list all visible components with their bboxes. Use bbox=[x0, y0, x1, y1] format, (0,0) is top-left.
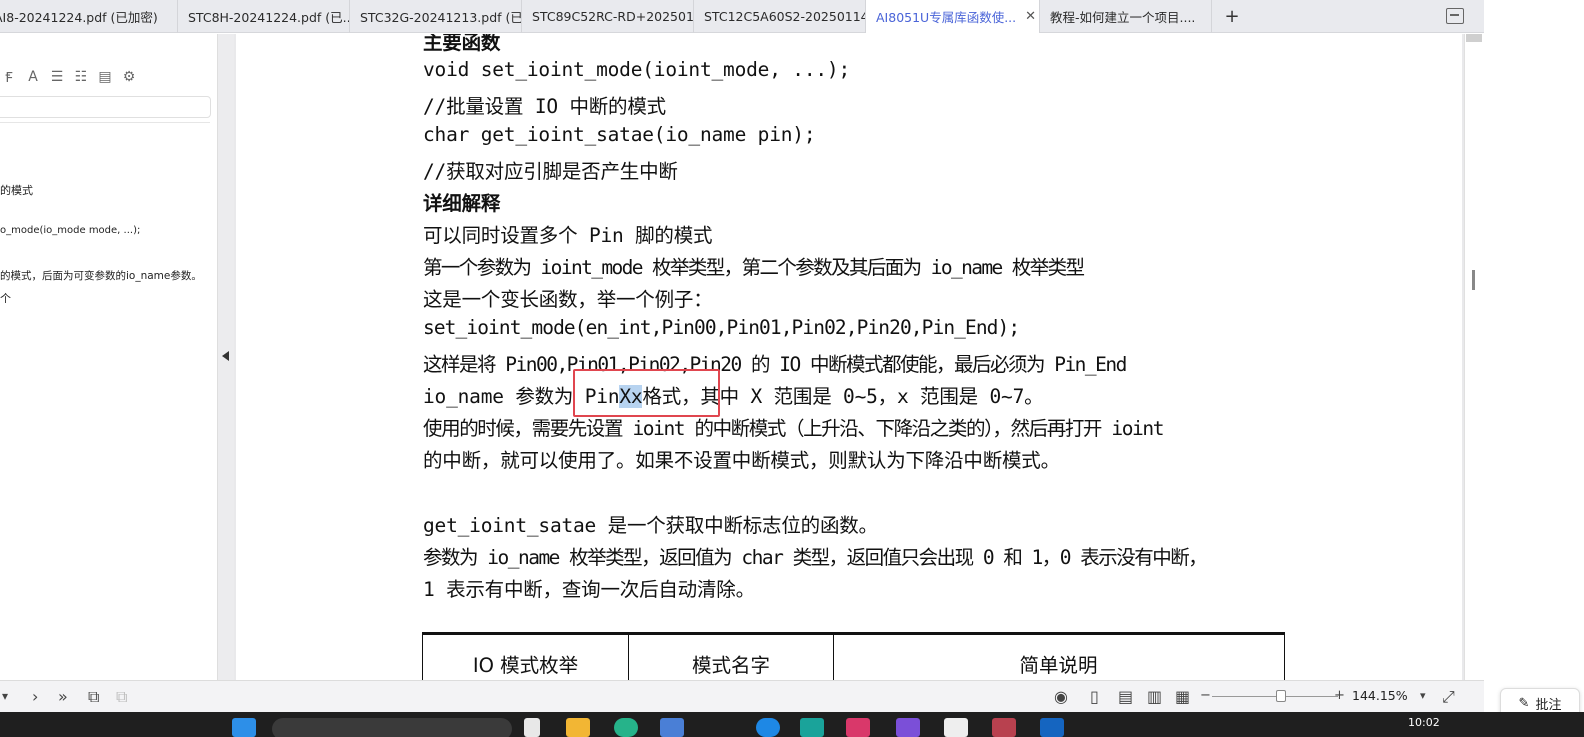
tab-tutorial[interactable]: 教程-如何建立一个项目.... bbox=[1040, 0, 1212, 33]
paragraph-line: 这是一个变长函数，举一个例子： bbox=[423, 288, 713, 311]
bookmark-settings-icon[interactable]: ⚙ bbox=[120, 68, 138, 86]
tab-label: 教程-如何建立一个项目.... bbox=[1050, 10, 1196, 25]
document-viewport[interactable]: 主要函数 void set_ioint_mode(ioint_mode, ...… bbox=[234, 34, 1484, 680]
zoom-slider[interactable] bbox=[1212, 696, 1338, 697]
code-line: set_ioint_mode(en_int,Pin00,Pin01,Pin02,… bbox=[423, 316, 1020, 339]
tab-label: AI8051U专属库函数使... bbox=[876, 10, 1017, 25]
scrollbar-thumb[interactable] bbox=[1466, 34, 1482, 42]
expand-icon[interactable]: ☰ bbox=[48, 68, 66, 86]
next-page-icon[interactable]: › bbox=[32, 687, 38, 706]
sidebar-toolbar: Ꞙ A ☰ ☷ ▤ ⚙ bbox=[0, 66, 138, 88]
paragraph-line: 的中断，就可以使用了。如果不设置中断模式，则默认为下降沿中断模式。 bbox=[423, 449, 1060, 472]
outline-item[interactable]: 的模式，后面为可变参数的io_name参数。 bbox=[0, 268, 202, 283]
tab-stc32g[interactable]: STC32G-20241213.pdf (已... bbox=[350, 0, 522, 33]
paragraph-line: 可以同时设置多个 Pin 脚的模式 bbox=[423, 224, 713, 247]
chevron-left-icon bbox=[222, 351, 229, 361]
app-icon[interactable] bbox=[896, 718, 920, 737]
mode-table: IO 模式枚举 模式名字 简单说明 bbox=[422, 632, 1285, 680]
annotate-label: 批注 bbox=[1535, 697, 1562, 713]
status-bar: ▾ › » ⧉ ⧉ ◉ ▯ ▤ ▥ ▦ − + 144.15% ▾ ⤢ bbox=[0, 680, 1484, 712]
pencil-icon: ✎ bbox=[1518, 695, 1530, 711]
table-header-cell: IO 模式枚举 bbox=[423, 635, 629, 680]
section-heading: 主要函数 bbox=[423, 34, 501, 54]
paragraph-line: 1 表示有中断，查询一次后自动清除。 bbox=[423, 578, 755, 601]
paragraph-line: io_name 参数为 PinXx格式，其中 X 范围是 0~5，x 范围是 0… bbox=[423, 380, 1044, 409]
app-icon[interactable] bbox=[800, 718, 824, 737]
section-heading: 详细解释 bbox=[423, 192, 501, 215]
sidebar-panel: Ꞙ A ☰ ☷ ▤ ⚙ 的模式 o_mode(io_mode mode, ...… bbox=[0, 34, 218, 680]
new-tab-button[interactable]: + bbox=[1212, 0, 1252, 32]
single-page-icon[interactable]: ▯ bbox=[1090, 687, 1099, 706]
sidebar-collapse-handle[interactable] bbox=[218, 34, 234, 680]
table-header-cell: 模式名字 bbox=[629, 635, 834, 680]
zoom-slider-handle[interactable] bbox=[1276, 690, 1286, 702]
app-icon[interactable] bbox=[660, 718, 684, 737]
tab-ai8[interactable]: AI8-20241224.pdf (已加密) bbox=[0, 0, 178, 33]
paragraph-line: 这样是将 Pin00,Pin01,Pin02,Pin20 的 IO 中断模式都使… bbox=[423, 353, 1127, 376]
comment-line: //批量设置 IO 中断的模式 bbox=[423, 95, 666, 118]
code-line: char get_ioint_satae(io_name pin); bbox=[423, 123, 816, 146]
tab-stc8h[interactable]: STC8H-20241224.pdf (已... bbox=[178, 0, 350, 33]
font-size-icon[interactable]: Ꞙ bbox=[0, 68, 18, 86]
zoom-out-icon[interactable]: − bbox=[1200, 688, 1211, 703]
paragraph-line: 第一个参数为 ioint_mode 枚举类型，第二个参数及其后面为 io_nam… bbox=[423, 256, 1085, 279]
fullscreen-icon[interactable]: ⤢ bbox=[1442, 687, 1455, 707]
eye-icon[interactable]: ◉ bbox=[1054, 687, 1068, 706]
vertical-scrollbar[interactable] bbox=[1464, 34, 1484, 680]
zoom-in-icon[interactable]: + bbox=[1334, 688, 1345, 703]
grid-view-icon[interactable]: ▦ bbox=[1175, 687, 1190, 706]
outline-item[interactable]: o_mode(io_mode mode, ...); bbox=[0, 225, 140, 236]
tab-ai8051u[interactable]: AI8051U专属库函数使... ✕ bbox=[866, 0, 1040, 33]
chevron-down-icon[interactable]: ▾ bbox=[1420, 689, 1426, 702]
text-span: io_name 参数为 bbox=[423, 385, 585, 408]
paragraph-line: 使用的时候，需要先设置 ioint 的中断模式（上升沿、下降沿之类的），然后再打… bbox=[423, 417, 1164, 440]
tab-label: STC8H-20241224.pdf (已... bbox=[188, 10, 350, 25]
tab-label: STC32G-20241213.pdf (已... bbox=[360, 10, 522, 25]
table-header-cell: 简单说明 bbox=[1019, 654, 1098, 677]
continuous-page-icon[interactable]: ▤ bbox=[1118, 687, 1133, 706]
file-icon[interactable] bbox=[524, 718, 540, 737]
browser-icon[interactable] bbox=[614, 718, 638, 737]
clock[interactable]: 10:02 bbox=[1408, 716, 1440, 729]
app-window: AI8-20241224.pdf (已加密) STC8H-20241224.pd… bbox=[0, 0, 1584, 737]
taskbar-search[interactable] bbox=[272, 718, 512, 737]
tab-label: AI8-20241224.pdf (已加密) bbox=[0, 10, 158, 25]
windows-start-icon[interactable] bbox=[232, 718, 256, 737]
close-icon[interactable]: ✕ bbox=[1025, 9, 1036, 24]
tab-stc12c5a[interactable]: STC12C5A60S2-20250114.... bbox=[694, 0, 866, 33]
app-icon[interactable] bbox=[944, 718, 968, 737]
outline-item[interactable]: 个 bbox=[0, 290, 11, 306]
code-line: void set_ioint_mode(ioint_mode, ...); bbox=[423, 58, 850, 81]
paste-page-icon: ⧉ bbox=[116, 687, 128, 706]
red-highlight-box bbox=[573, 369, 720, 417]
tab-list-icon[interactable] bbox=[1446, 8, 1464, 24]
tab-stc89c52[interactable]: STC89C52RC-RD+2025011... bbox=[522, 0, 694, 33]
document-page: 主要函数 void set_ioint_mode(ioint_mode, ...… bbox=[236, 34, 1462, 680]
outline-item[interactable]: 的模式 bbox=[0, 182, 33, 198]
paragraph-line: get_ioint_satae 是一个获取中断标志位的函数。 bbox=[423, 514, 878, 537]
paragraph-line: 参数为 io_name 枚举类型，返回值为 char 类型，返回值只会出现 0 … bbox=[423, 546, 1208, 569]
app-icon[interactable] bbox=[756, 718, 780, 737]
chevron-down-icon[interactable]: ▾ bbox=[2, 689, 8, 703]
text-format-icon[interactable]: A bbox=[24, 68, 42, 86]
divider bbox=[0, 122, 210, 123]
tab-label: STC12C5A60S2-20250114.... bbox=[704, 9, 865, 24]
sidebar-search-input[interactable] bbox=[0, 96, 211, 118]
os-taskbar: 10:02 bbox=[0, 712, 1584, 737]
scroll-position-marker bbox=[1472, 270, 1475, 290]
collapse-icon[interactable]: ☷ bbox=[72, 68, 90, 86]
tab-bar: AI8-20241224.pdf (已加密) STC8H-20241224.pd… bbox=[0, 0, 1484, 33]
comment-line: //获取对应引脚是否产生中断 bbox=[423, 160, 678, 183]
folder-icon[interactable] bbox=[566, 718, 590, 737]
copy-page-icon[interactable]: ⧉ bbox=[88, 687, 99, 707]
document-icon[interactable]: ▤ bbox=[96, 68, 114, 86]
app-icon[interactable] bbox=[846, 718, 870, 737]
last-page-icon[interactable]: » bbox=[58, 687, 68, 706]
two-page-icon[interactable]: ▥ bbox=[1147, 687, 1162, 706]
tab-label: STC89C52RC-RD+2025011... bbox=[532, 9, 694, 24]
app-icon[interactable] bbox=[1040, 718, 1064, 737]
app-icon[interactable] bbox=[992, 718, 1016, 737]
